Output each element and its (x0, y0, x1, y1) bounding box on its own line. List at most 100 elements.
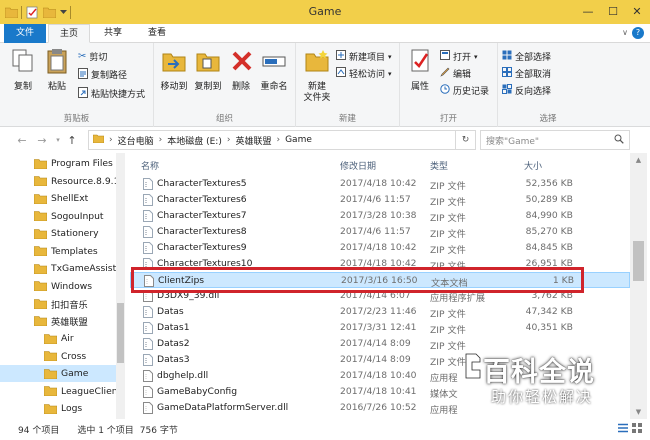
paste-shortcut-label: 粘贴快捷方式 (91, 90, 146, 100)
tree-item[interactable]: 英雄联盟 (0, 313, 123, 330)
large-icons-view-icon[interactable] (632, 423, 642, 436)
table-row[interactable]: CharacterTextures8 2017/4/6 11:57 ZIP 文件 85… (130, 224, 630, 240)
scroll-up-arrow[interactable]: ▲ (630, 153, 647, 167)
breadcrumb-game[interactable]: Game (285, 135, 312, 145)
tree-item[interactable]: LeagueClient (0, 383, 123, 400)
breadcrumb-league[interactable]: 英雄联盟 (235, 134, 271, 147)
edit-button[interactable]: 编辑 (440, 66, 471, 81)
file-type: ZIP 文件 (430, 181, 466, 192)
table-row[interactable]: CharacterTextures9 2017/4/18 10:42 ZIP 文件 8… (130, 240, 630, 256)
chevron-down-icon[interactable]: ∨ (622, 28, 628, 37)
tree-item[interactable]: ShellExt (0, 190, 123, 207)
scrollbar-thumb[interactable] (633, 241, 644, 281)
title-bar: Game — ☐ ✕ (0, 0, 650, 24)
scroll-down-arrow[interactable]: ▼ (630, 405, 647, 419)
copy-icon (12, 49, 33, 72)
forward-button[interactable]: → (34, 132, 50, 148)
details-view-icon[interactable] (618, 423, 628, 436)
new-folder-label-2: 文件夹 (303, 93, 331, 103)
copy-label: 复制 (13, 82, 32, 92)
search-input[interactable]: 搜索"Game" (480, 130, 630, 150)
table-row[interactable]: Datas1 2017/3/31 12:41 ZIP 文件 40,351 KB (130, 320, 630, 336)
help-icon[interactable]: ? (632, 27, 644, 39)
move-to-icon (162, 53, 186, 72)
maximize-button[interactable]: ☐ (601, 2, 625, 20)
select-none-icon (502, 67, 512, 80)
tree-item[interactable]: Stationery (0, 225, 123, 242)
tree-item[interactable]: Windows (0, 278, 123, 295)
rename-button[interactable]: 重命名 (256, 47, 292, 93)
tree-item-label: TxGameAssist (51, 263, 117, 274)
folder-icon (44, 368, 57, 379)
tab-file[interactable]: 文件 (4, 24, 46, 43)
close-button[interactable]: ✕ (625, 2, 649, 20)
select-none-button[interactable]: 全部取消 (502, 66, 551, 81)
column-date[interactable]: 修改日期 (340, 159, 376, 172)
up-button[interactable]: ↑ (64, 132, 80, 148)
file-name: GameBabyConfig (157, 386, 238, 397)
copy-to-button[interactable]: 复制到 (192, 47, 224, 93)
paste-button[interactable]: 粘贴 (42, 47, 72, 93)
back-button[interactable]: ← (14, 132, 30, 148)
tree-item[interactable]: Game (0, 365, 123, 382)
table-row[interactable]: Datas 2017/2/23 11:46 ZIP 文件 47,342 KB (130, 304, 630, 320)
file-type: ZIP 文件 (430, 309, 466, 320)
tree-item[interactable]: Cross (0, 348, 123, 365)
cut-button[interactable]: ✂ 剪切 (78, 49, 107, 64)
scrollbar-thumb[interactable] (117, 303, 124, 363)
move-to-button[interactable]: 移动到 (158, 47, 190, 93)
file-size: 40,351 KB (525, 322, 573, 333)
minimize-button[interactable]: — (576, 2, 600, 20)
table-row[interactable]: CharacterTextures7 2017/3/28 10:38 ZIP 文件 8… (130, 208, 630, 224)
tree-item[interactable]: Templates (0, 243, 123, 260)
file-name: CharacterTextures5 (157, 178, 247, 189)
delete-icon (232, 51, 252, 71)
zip-file-icon (143, 210, 153, 222)
paste-shortcut-icon (78, 86, 88, 101)
folder-icon (34, 176, 47, 186)
select-all-button[interactable]: 全部选择 (502, 49, 551, 64)
new-item-button[interactable]: 新建项目 ▾ (336, 49, 392, 64)
tree-item[interactable]: 扣扣音乐 (0, 295, 123, 312)
properties-button[interactable]: 属性 (406, 47, 434, 93)
breadcrumb-this-pc[interactable]: 这台电脑 (118, 134, 154, 147)
tab-home[interactable]: 主页 (48, 24, 90, 43)
open-group-label: 打开 (439, 114, 457, 124)
refresh-icon[interactable]: ↻ (455, 131, 475, 149)
tree-item-label: Resource.8.9.1 (51, 175, 120, 187)
paste-shortcut-button[interactable]: 粘贴快捷方式 (78, 86, 145, 101)
selected-count: 选中 1 个项目 (77, 426, 134, 436)
tree-item[interactable]: Program Files (0, 155, 123, 172)
ribbon: 复制 粘贴 ✂ 剪切 复制路径 粘贴快捷方式 剪贴板 移动到 复制到 删除 重命名… (0, 43, 650, 127)
address-bar[interactable]: › 这台电脑 › 本地磁盘 (E:) › 英雄联盟 › Game ↻ (88, 130, 476, 150)
tree-item[interactable]: Air (0, 330, 123, 347)
breadcrumb-local-disk[interactable]: 本地磁盘 (E:) (167, 134, 222, 147)
invert-selection-button[interactable]: 反向选择 (502, 83, 551, 98)
tree-item[interactable]: Resource.8.9.1 (0, 173, 123, 190)
table-row[interactable]: CharacterTextures5 2017/4/18 10:42 ZIP 文件 5… (130, 176, 630, 192)
tab-view[interactable]: 查看 (136, 24, 178, 43)
tree-item[interactable]: SogouInput (0, 208, 123, 225)
new-item-label: 新建项目 (349, 53, 386, 63)
navigation-scrollbar[interactable] (116, 153, 125, 419)
delete-button[interactable]: 删除 (228, 47, 254, 93)
copy-button[interactable]: 复制 (8, 47, 38, 93)
table-row[interactable]: CharacterTextures6 2017/4/6 11:57 ZIP 文件 50… (130, 192, 630, 208)
tree-item[interactable]: TxGameAssist (0, 260, 123, 277)
history-button[interactable]: 历史记录 (440, 83, 489, 98)
column-size[interactable]: 大小 (524, 159, 542, 172)
history-label: 历史记录 (453, 87, 490, 97)
selected-size: 756 字节 (139, 426, 178, 436)
tab-share[interactable]: 共享 (92, 24, 134, 43)
open-button[interactable]: 打开 ▾ (440, 49, 478, 64)
file-name: CharacterTextures7 (157, 210, 247, 221)
file-list-scrollbar[interactable]: ▲ ▼ (630, 153, 647, 419)
column-name[interactable]: 名称 (141, 159, 159, 172)
new-folder-button[interactable]: 新建 文件夹 (300, 47, 334, 104)
easy-access-button[interactable]: 轻松访问 ▾ (336, 66, 392, 81)
copy-path-button[interactable]: 复制路径 (78, 67, 127, 82)
column-type[interactable]: 类型 (430, 159, 448, 172)
tree-item[interactable]: Logs (0, 400, 123, 417)
select-all-label: 全部选择 (515, 53, 552, 63)
delete-label: 删除 (231, 82, 250, 92)
